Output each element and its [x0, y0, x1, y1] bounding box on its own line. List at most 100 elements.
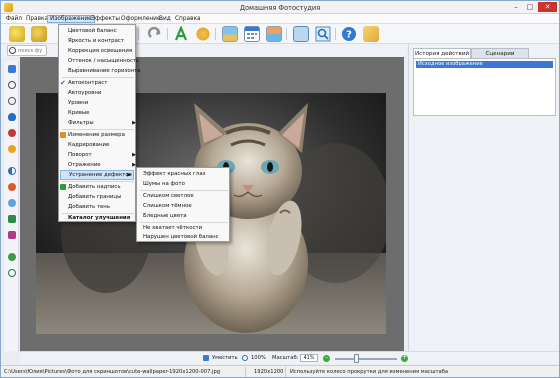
history-item[interactable]: Исходное изображение [416, 61, 553, 68]
contrast-icon[interactable] [8, 167, 16, 175]
redo-icon[interactable] [147, 26, 163, 42]
svg-text:?: ? [346, 30, 352, 41]
menu-item-lighting[interactable]: Коррекция освещения [64, 46, 138, 56]
submenu-item-pale-colors[interactable]: Бледные цвета [143, 211, 229, 221]
menu-item-levels[interactable]: Уровни [64, 98, 138, 108]
text-icon[interactable] [173, 25, 189, 42]
window-title: Домашняя Фотостудия [239, 4, 321, 12]
frame-icon[interactable] [293, 26, 309, 42]
status-path: C:\Users\Юлия\Pictures\Фото для скриншот… [4, 369, 221, 375]
menu-item-label: Добавить надпись [68, 184, 121, 190]
magnifier-icon[interactable] [8, 97, 16, 105]
menu-item-brightness-contrast[interactable]: Яркость и контраст [64, 36, 138, 46]
fit-icon [203, 355, 209, 361]
left-toolbar [5, 61, 19, 351]
save-icon[interactable] [31, 26, 47, 42]
resize-icon [60, 132, 66, 138]
app-window: Домашняя Фотостудия – □ ✕ Файл Правка Из… [0, 0, 560, 378]
menu-item-add-borders[interactable]: Добавить границы [64, 192, 138, 202]
collage-icon[interactable] [266, 26, 282, 42]
rotate-icon[interactable] [8, 81, 16, 89]
zoom-slider-handle[interactable] [354, 354, 359, 363]
defects-submenu: Эффект красных глаз Шумы на фото Слишком… [136, 167, 230, 242]
status-size: 1920x1200 [254, 369, 284, 375]
menu-item-add-text[interactable]: Добавить надпись [60, 182, 138, 192]
image-menu: Цветовой баланс Яркость и контраст Корре… [58, 24, 141, 223]
help-icon[interactable]: ? [341, 26, 357, 42]
tab-history[interactable]: История действий [413, 48, 471, 58]
saturation-icon[interactable] [8, 183, 16, 191]
submenu-item-too-dark[interactable]: Слишком тёмное [143, 201, 229, 211]
fit-button[interactable]: Уместить [212, 355, 238, 362]
menu-item-label: Фильтры [68, 120, 94, 126]
menu-item-color-balance[interactable]: Цветовой баланс [64, 26, 138, 36]
menu-item-add-shadow[interactable]: Добавить тень [64, 202, 138, 212]
drop-icon[interactable] [8, 113, 16, 121]
submenu-arrow-icon: ▶ [132, 120, 136, 126]
submenu-arrow-icon: ▶ [132, 152, 136, 158]
search-icon [9, 47, 16, 54]
menu-item-fix-defects[interactable]: Устранение дефектов ▶ [60, 170, 134, 180]
maximize-button[interactable]: □ [523, 2, 537, 12]
scale-input[interactable]: 41% [300, 354, 318, 362]
search-box[interactable] [7, 45, 47, 56]
status-hint: Используйте колесо прокрутки для изменен… [290, 369, 449, 375]
menu-item-catalog[interactable]: Каталог улучшения [64, 213, 138, 223]
zoom-100-icon [242, 355, 248, 361]
zoom-100-button[interactable]: 100% [251, 355, 266, 362]
menu-item-autocontrast[interactable]: ✔ Автоконтраст [60, 78, 138, 88]
menu-effects[interactable]: Эффекты [89, 15, 122, 23]
menu-item-filters[interactable]: Фильтры ▶ [64, 118, 138, 128]
menu-help[interactable]: Справка [173, 15, 203, 23]
green-tool-icon[interactable] [8, 253, 16, 261]
search-input[interactable] [18, 47, 46, 55]
menubar: Файл Правка Изображение Эффекты Оформлен… [1, 14, 559, 24]
box-icon[interactable] [363, 26, 379, 42]
menu-item-autolevels[interactable]: Автоуровни [64, 88, 138, 98]
tab-scenarios[interactable]: Сценарии [471, 48, 529, 58]
right-panel: История действий Сценарии Исходное изобр… [408, 44, 559, 351]
menu-item-label: Изменение размера [68, 132, 125, 138]
effects-icon[interactable] [8, 231, 16, 239]
sharpness-icon[interactable] [8, 199, 16, 207]
zoom-slider-track[interactable] [335, 358, 397, 360]
refresh-icon[interactable] [8, 269, 16, 277]
submenu-item-too-light[interactable]: Слишком светлое [143, 191, 229, 201]
zoom-out-button[interactable]: – [323, 355, 330, 362]
check-icon: ✔ [60, 79, 66, 87]
menu-view[interactable]: Вид [157, 15, 173, 23]
menu-item-label: Поворот [68, 152, 92, 158]
minimize-button[interactable]: – [509, 2, 523, 12]
zoom-bar: Уместить 100% Масштаб: 41% – + [20, 351, 559, 364]
menu-decoration[interactable]: Оформление [119, 15, 163, 23]
pointer-icon[interactable] [8, 65, 16, 73]
menu-item-horizon[interactable]: Выравнивание горизонта [64, 66, 141, 76]
menu-item-flip[interactable]: Отражение ▶ [64, 160, 138, 170]
menu-item-crop[interactable]: Кадрирование [64, 140, 138, 150]
history-list: Исходное изображение [413, 58, 556, 116]
menu-item-rotate[interactable]: Поворот ▶ [64, 150, 138, 160]
menu-item-curves[interactable]: Кривые [64, 108, 138, 118]
menu-item-hue-saturation[interactable]: Оттенок / насыщенность [64, 56, 139, 66]
filter-icon[interactable] [8, 215, 16, 223]
menu-file[interactable]: Файл [4, 15, 24, 23]
submenu-item-noise[interactable]: Шумы на фото [143, 179, 229, 189]
submenu-arrow-icon: ▶ [127, 172, 131, 178]
zoom-in-button[interactable]: + [401, 355, 408, 362]
menu-item-label: Автоконтраст [68, 80, 108, 86]
landscape-icon[interactable] [222, 26, 238, 42]
open-icon[interactable] [9, 26, 25, 42]
submenu-item-red-eye[interactable]: Эффект красных глаз [143, 169, 229, 179]
titlebar: Домашняя Фотостудия – □ ✕ [1, 1, 559, 14]
orange-drop-icon[interactable] [8, 145, 16, 153]
calendar-icon[interactable] [244, 26, 260, 42]
red-drop-icon[interactable] [8, 129, 16, 137]
scale-label: Масштаб: [272, 355, 299, 361]
menu-item-label: Отражение [68, 162, 101, 168]
menu-item-resize[interactable]: Изменение размера [60, 130, 138, 140]
menu-image[interactable]: Изображение [47, 15, 95, 23]
close-button[interactable]: ✕ [538, 2, 557, 12]
zoom-icon[interactable] [315, 26, 331, 42]
submenu-item-color-balance[interactable]: Нарушен цветовой баланс [143, 232, 229, 242]
palette-icon[interactable] [195, 26, 211, 42]
